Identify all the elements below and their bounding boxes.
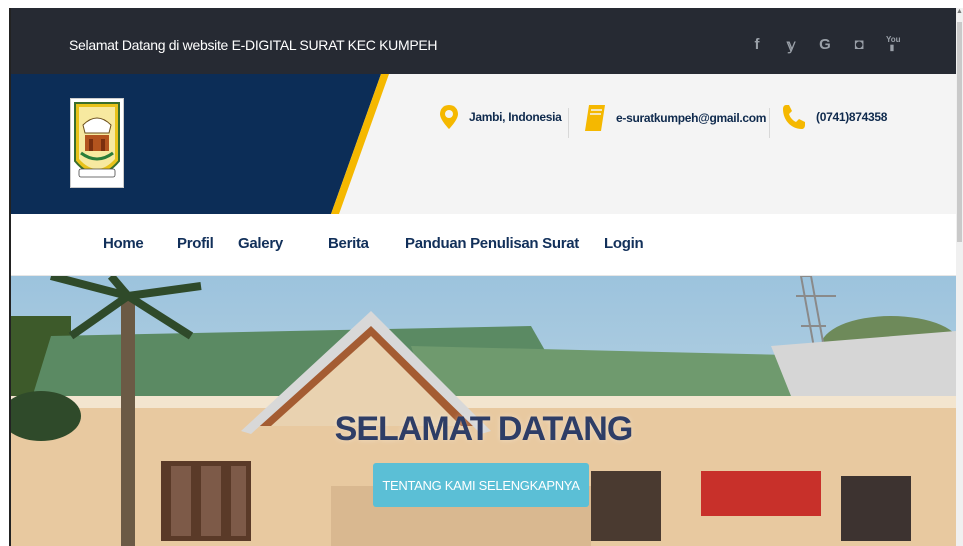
- phone-contact: (0741)874358: [782, 104, 887, 130]
- browser-page: Selamat Datang di website E-DIGITAL SURA…: [0, 0, 963, 546]
- top-bar: Selamat Datang di website E-DIGITAL SURA…: [11, 8, 956, 74]
- social-links: f 𝕪 G ◘ You ▮: [750, 36, 901, 55]
- google-icon[interactable]: G: [818, 36, 832, 54]
- nav-galery[interactable]: Galery: [238, 235, 283, 252]
- header-background: [11, 74, 389, 214]
- book-icon: [585, 105, 605, 131]
- main-nav: Home Profil Galery Berita Panduan Penuli…: [11, 214, 956, 276]
- nav-profil[interactable]: Profil: [177, 235, 214, 252]
- nav-berita[interactable]: Berita: [328, 235, 369, 252]
- contact-divider: [769, 108, 770, 138]
- instagram-icon[interactable]: ◘: [852, 36, 866, 54]
- email-contact: e-suratkumpeh@gmail.com: [584, 104, 766, 132]
- scroll-up-arrow-icon[interactable]: ▲: [956, 8, 963, 18]
- map-pin-icon: [440, 105, 458, 129]
- site-header: Jambi, Indonesia e-suratkumpeh@gmail.com…: [11, 74, 956, 214]
- vertical-scrollbar[interactable]: ▲: [956, 8, 963, 546]
- scrollbar-thumb[interactable]: [957, 22, 962, 242]
- logo-emblem-icon: [74, 102, 120, 178]
- nav-login[interactable]: Login: [604, 235, 644, 252]
- welcome-text: Selamat Datang di website E-DIGITAL SURA…: [69, 37, 438, 53]
- phone-icon: [783, 105, 805, 129]
- hero-banner: SELAMAT DATANG TENTANG KAMI SELENGKAPNYA: [11, 276, 956, 546]
- youtube-icon[interactable]: You ▮: [886, 36, 901, 54]
- email-text[interactable]: e-suratkumpeh@gmail.com: [616, 111, 766, 125]
- nav-panduan[interactable]: Panduan Penulisan Surat: [405, 235, 579, 252]
- site-logo[interactable]: [70, 98, 124, 188]
- about-us-button[interactable]: TENTANG KAMI SELENGKAPNYA: [373, 463, 589, 507]
- contact-divider: [568, 108, 569, 138]
- nav-home[interactable]: Home: [103, 235, 144, 252]
- location-text: Jambi, Indonesia: [469, 110, 562, 124]
- phone-text[interactable]: (0741)874358: [816, 110, 887, 124]
- header-navy-panel: [11, 74, 381, 214]
- hero-title: SELAMAT DATANG: [334, 410, 634, 448]
- location-contact: Jambi, Indonesia: [439, 104, 562, 130]
- facebook-icon[interactable]: f: [750, 36, 764, 54]
- twitter-icon[interactable]: 𝕪: [784, 36, 798, 54]
